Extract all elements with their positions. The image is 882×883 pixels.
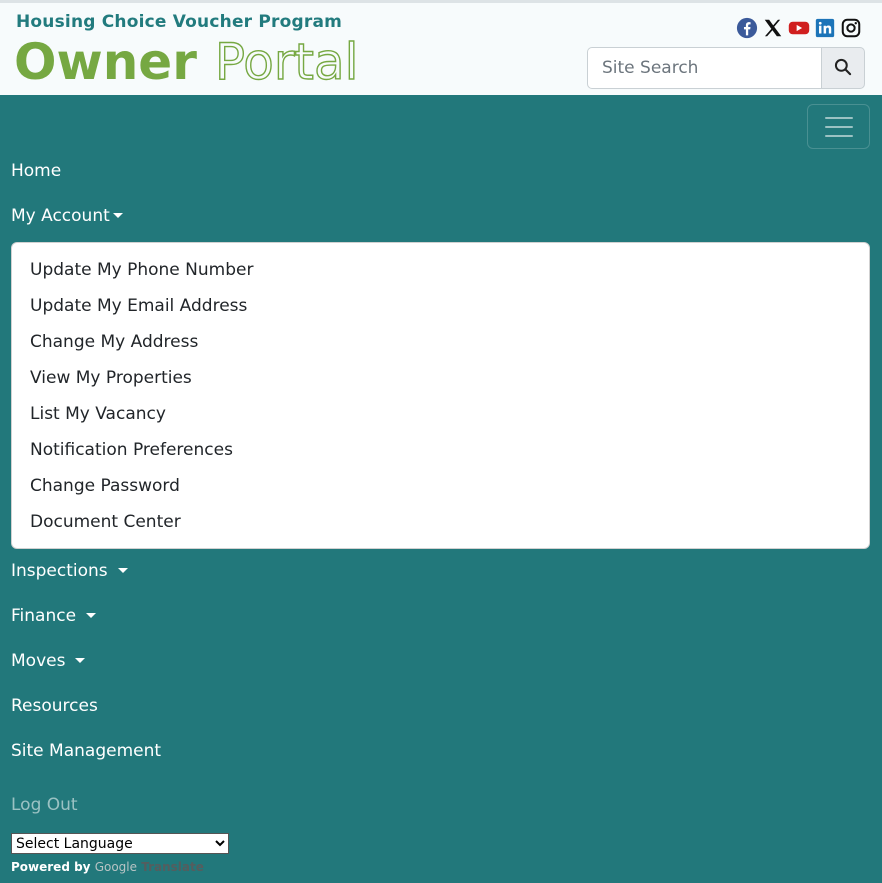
- menu-item-list-vacancy[interactable]: List My Vacancy: [12, 400, 869, 436]
- nav-my-account-label: My Account: [11, 206, 110, 226]
- menu-item-view-properties[interactable]: View My Properties: [12, 364, 869, 400]
- nav-home[interactable]: Home: [11, 161, 61, 181]
- nav-resources-label: Resources: [11, 696, 98, 716]
- nav-resources[interactable]: Resources: [11, 696, 98, 716]
- hamburger-line: [824, 116, 853, 119]
- menu-item-document-center[interactable]: Document Center: [12, 508, 869, 544]
- menu-item-change-address[interactable]: Change My Address: [12, 328, 869, 364]
- nav-finance[interactable]: Finance: [11, 606, 97, 626]
- hamburger-line: [824, 134, 853, 137]
- nav-log-out[interactable]: Log Out: [11, 795, 78, 815]
- instagram-icon[interactable]: [840, 17, 862, 39]
- site-header: Housing Choice Voucher Program Owner Por…: [0, 0, 882, 95]
- hamburger-line: [824, 125, 853, 128]
- social-links: [736, 17, 862, 39]
- menu-item-update-phone[interactable]: Update My Phone Number: [12, 256, 869, 292]
- caret-down-icon: [75, 657, 86, 663]
- menu-item-update-email[interactable]: Update My Email Address: [12, 292, 869, 328]
- search-input[interactable]: [587, 47, 821, 89]
- menu-item-change-password[interactable]: Change Password: [12, 472, 869, 508]
- nav-site-management-label: Site Management: [11, 741, 162, 761]
- nav-moves[interactable]: Moves: [11, 651, 86, 671]
- linkedin-icon[interactable]: [814, 17, 836, 39]
- search-button[interactable]: [821, 47, 865, 89]
- nav-finance-label: Finance: [11, 606, 77, 626]
- my-account-dropdown: Update My Phone Number Update My Email A…: [11, 242, 870, 549]
- menu-toggle-button[interactable]: [807, 104, 870, 149]
- nav-my-account[interactable]: My Account: [11, 206, 123, 226]
- program-title: Housing Choice Voucher Program: [16, 12, 343, 32]
- logo-owner-text: Owner: [14, 33, 197, 91]
- translate-link[interactable]: Translate: [141, 860, 204, 874]
- powered-by-google-translate: Powered by Google Translate: [11, 860, 204, 874]
- site-search: [587, 47, 865, 89]
- powered-by-text: Powered by: [11, 860, 91, 874]
- language-select[interactable]: Select Language: [11, 833, 229, 854]
- owner-portal-logo[interactable]: Owner Portal: [14, 32, 359, 91]
- nav-home-label: Home: [11, 161, 62, 181]
- facebook-icon[interactable]: [736, 17, 758, 39]
- nav-inspections-label: Inspections: [11, 561, 108, 581]
- nav-site-management[interactable]: Site Management: [11, 741, 161, 761]
- caret-down-icon: [86, 612, 97, 618]
- nav-inspections[interactable]: Inspections: [11, 561, 128, 581]
- nav-log-out-label: Log Out: [11, 795, 78, 815]
- x-icon[interactable]: [762, 17, 784, 39]
- menu-item-notification-preferences[interactable]: Notification Preferences: [12, 436, 869, 472]
- caret-down-icon: [112, 212, 123, 218]
- youtube-icon[interactable]: [788, 17, 810, 39]
- nav-moves-label: Moves: [11, 651, 66, 671]
- caret-down-icon: [117, 567, 128, 573]
- logo-portal-text: Portal: [214, 32, 359, 91]
- google-logo-text[interactable]: Google: [95, 860, 137, 874]
- search-icon: [833, 57, 853, 80]
